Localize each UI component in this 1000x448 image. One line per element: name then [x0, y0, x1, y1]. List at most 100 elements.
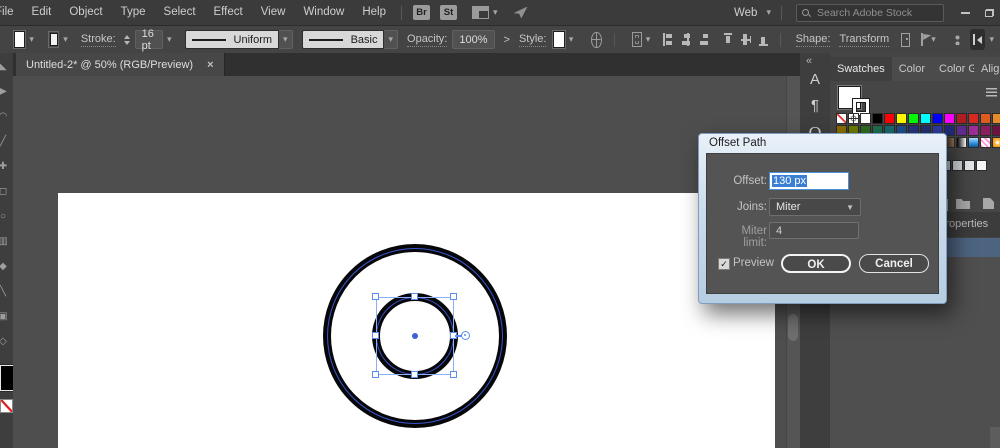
vertical-scrollbar-thumb[interactable] — [788, 314, 798, 341]
chevron-down-icon[interactable]: ▾ — [29, 34, 34, 45]
select-similar-icon[interactable] — [920, 33, 927, 46]
workspace-layout-icon[interactable] — [472, 6, 489, 19]
stock-button[interactable]: St — [440, 5, 457, 20]
menu-type[interactable]: Type — [112, 0, 155, 25]
menu-view[interactable]: View — [252, 0, 295, 25]
minimize-button[interactable] — [954, 4, 976, 22]
shape-label[interactable]: Shape: — [796, 33, 831, 47]
cancel-button[interactable]: Cancel — [859, 254, 929, 273]
character-panel-icon[interactable]: A — [800, 71, 830, 88]
chevron-down-icon[interactable]: ▾ — [63, 34, 68, 45]
swatch[interactable] — [944, 113, 955, 124]
selection-handle-w[interactable] — [372, 332, 379, 339]
ok-button[interactable]: OK — [781, 254, 851, 273]
swatch[interactable] — [872, 113, 883, 124]
tool-icon[interactable]: ▶ — [0, 86, 12, 97]
tab-swatches[interactable]: Swatches — [830, 57, 892, 81]
tab-align[interactable]: Align — [974, 57, 1000, 81]
chevron-down-icon[interactable]: ▾ — [279, 30, 293, 49]
shape-center-point[interactable] — [412, 333, 418, 339]
swatch[interactable] — [860, 113, 871, 124]
arrange-documents-icon[interactable] — [954, 34, 960, 45]
tool-icon[interactable]: ◆ — [0, 261, 12, 272]
tool-icon[interactable]: ◠ — [0, 111, 12, 122]
stroke-label[interactable]: Stroke: — [81, 33, 116, 47]
swatch[interactable] — [836, 113, 847, 124]
selection-handle-nw[interactable] — [372, 293, 379, 300]
tab-color-guide[interactable]: Color Guide — [932, 57, 974, 81]
offset-input[interactable]: 130 px — [769, 172, 849, 190]
chevron-down-icon[interactable]: ▾ — [989, 34, 994, 45]
share-icon[interactable] — [514, 7, 528, 19]
swatch[interactable] — [932, 113, 943, 124]
workspace-switcher[interactable]: Web ▾ — [734, 7, 775, 19]
stock-search-box[interactable] — [796, 4, 944, 22]
stroke-weight-stepper[interactable] — [124, 35, 130, 45]
swatch[interactable] — [896, 113, 907, 124]
live-shape-radius-widget[interactable] — [461, 331, 470, 340]
chevron-down-icon[interactable]: ▾ — [384, 30, 398, 49]
offset-path-dialog[interactable]: Offset Path Offset: 130 px Joins: Miter … — [698, 133, 947, 304]
menu-help[interactable]: Help — [353, 0, 395, 25]
document-tab[interactable]: Untitled-2* @ 50% (RGB/Preview) × — [16, 53, 225, 76]
fill-color-swatch[interactable] — [14, 31, 25, 48]
panel-toggle-button[interactable] — [970, 29, 985, 50]
tool-icon[interactable]: ╱ — [0, 136, 12, 147]
transform-label[interactable]: Transform — [839, 33, 889, 47]
tool-icon[interactable]: ✚ — [0, 161, 12, 172]
tool-icon[interactable]: ○ — [0, 211, 12, 222]
chevron-down-icon[interactable]: ▾ — [931, 34, 936, 45]
joins-dropdown[interactable]: Miter ▼ — [769, 198, 861, 216]
align-right-icon[interactable] — [699, 33, 708, 46]
tool-icon[interactable]: ◇ — [0, 336, 12, 347]
tab-color[interactable]: Color — [892, 57, 932, 81]
chevron-down-icon[interactable]: ▾ — [493, 7, 498, 18]
align-top-icon[interactable] — [724, 33, 733, 46]
selection-handle-sw[interactable] — [372, 371, 379, 378]
align-center-icon[interactable] — [681, 33, 690, 46]
document-web-icon[interactable] — [591, 32, 601, 48]
swatch[interactable] — [964, 160, 975, 171]
tool-icon[interactable]: ◣ — [0, 61, 12, 72]
none-swatch-icon[interactable] — [0, 399, 13, 413]
menu-object[interactable]: Object — [60, 0, 111, 25]
search-input[interactable] — [815, 6, 939, 20]
menu-effect[interactable]: Effect — [205, 0, 252, 25]
swatch[interactable] — [920, 113, 931, 124]
tool-icon[interactable]: ◻ — [0, 186, 12, 197]
miter-limit-input[interactable]: 4 — [769, 222, 859, 239]
swatch[interactable] — [980, 125, 991, 136]
selection-handle-se[interactable] — [450, 371, 457, 378]
opacity-label[interactable]: Opacity: — [407, 33, 447, 47]
align-middle-icon[interactable] — [741, 33, 750, 46]
opacity-value[interactable]: 100% — [452, 30, 494, 49]
menu-file[interactable]: File — [0, 0, 23, 25]
paragraph-panel-icon[interactable]: ¶ — [800, 97, 830, 114]
opacity-more-arrow[interactable]: > — [504, 34, 510, 46]
swatch[interactable] — [980, 113, 991, 124]
selection-handle-n[interactable] — [411, 293, 418, 300]
bridge-button[interactable]: Br — [413, 5, 430, 20]
align-left-icon[interactable] — [663, 33, 672, 46]
swatch[interactable] — [980, 137, 991, 148]
restore-button[interactable] — [978, 4, 1000, 22]
stroke-weight-value[interactable]: 16 pt — [135, 30, 163, 49]
swatch[interactable] — [952, 160, 963, 171]
fill-indicator-black[interactable] — [0, 365, 14, 391]
swatch[interactable] — [992, 113, 1000, 124]
graphic-style-swatch[interactable] — [553, 31, 564, 48]
swatch[interactable] — [908, 113, 919, 124]
chevron-down-icon[interactable]: ▾ — [167, 34, 172, 45]
menu-edit[interactable]: Edit — [23, 0, 61, 25]
chevron-down-icon[interactable]: ▾ — [646, 34, 651, 45]
style-label[interactable]: Style: — [519, 33, 547, 47]
swatch[interactable] — [976, 160, 987, 171]
tool-icon[interactable]: ▣ — [0, 311, 12, 322]
tool-icon[interactable]: ▥ — [0, 236, 12, 247]
width-profile-dropdown[interactable]: Uniform — [185, 30, 280, 49]
document-setup-icon[interactable] — [632, 32, 642, 47]
stroke-color-swatch[interactable] — [48, 31, 59, 48]
chevron-down-icon[interactable]: ▾ — [569, 34, 574, 45]
menu-window[interactable]: Window — [294, 0, 353, 25]
preview-checkbox[interactable]: ✓ — [718, 258, 730, 270]
